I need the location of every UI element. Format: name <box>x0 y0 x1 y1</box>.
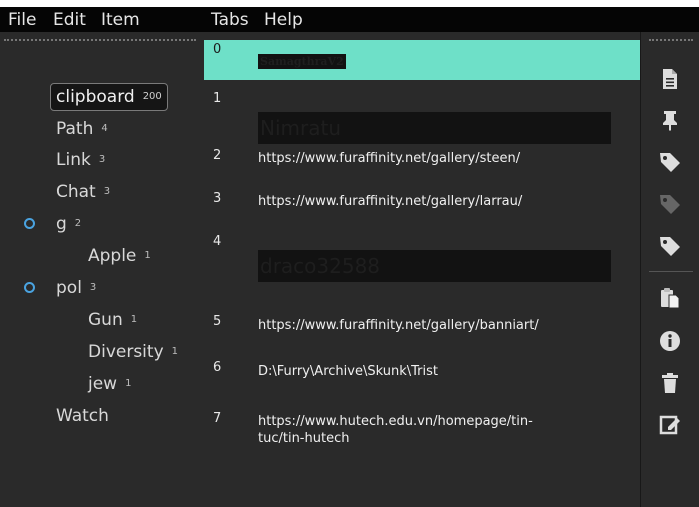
tree-item-clipboard[interactable]: clipboard 200 <box>50 83 168 111</box>
app-window: File Edit Item Tabs Help clipboard 200 Pa… <box>0 7 699 507</box>
tree-item-count: 4 <box>101 123 108 134</box>
tree-item-count: 1 <box>171 346 179 357</box>
tree-item-label: Apple <box>88 246 137 266</box>
menu-help[interactable]: Help <box>264 10 303 30</box>
menu-bar: File Edit Item Tabs Help <box>0 7 699 32</box>
item-index: 0 <box>213 42 222 57</box>
tree-item-path[interactable]: Path 4 <box>56 116 108 142</box>
edit-icon[interactable] <box>658 412 682 436</box>
item-text: https://www.furaffinity.net/gallery/stee… <box>258 151 521 166</box>
item-index: 7 <box>213 411 222 426</box>
tree-item-label: Chat <box>56 182 96 202</box>
item-index: 2 <box>213 148 222 163</box>
clipboard-item-list[interactable]: 0 SamagthraV2 1 Nimratu 2 https://www.fu… <box>204 32 640 507</box>
menu-edit[interactable]: Edit <box>53 10 86 30</box>
expand-toggle-icon[interactable] <box>24 282 35 293</box>
tree-item-pol[interactable]: pol 3 <box>56 275 96 301</box>
item-index: 6 <box>213 360 222 375</box>
list-item[interactable]: 0 SamagthraV2 <box>204 40 640 80</box>
panel-grip[interactable] <box>4 39 196 41</box>
item-text: https://www.furaffinity.net/gallery/larr… <box>258 194 523 209</box>
tree-item-label: Diversity <box>88 342 164 362</box>
item-index: 3 <box>213 191 222 206</box>
menu-file[interactable]: File <box>8 10 36 30</box>
tree-item-apple[interactable]: Apple 1 <box>88 243 151 269</box>
tree-item-label: Watch <box>56 406 109 426</box>
list-item[interactable]: 4 draco32588 <box>204 230 640 286</box>
item-toolbar <box>640 32 699 507</box>
tab-tree-panel: clipboard 200 Path 4 Link 3 Chat 3 g2 Apple 1… <box>0 32 204 507</box>
menu-tabs[interactable]: Tabs <box>211 10 249 30</box>
list-item[interactable]: 6 D:\Furry\Archive\Skunk\Trist <box>204 358 640 394</box>
item-index: 5 <box>213 314 222 329</box>
item-text: draco32588 <box>258 250 611 282</box>
tree-item-chat[interactable]: Chat 3 <box>56 179 110 205</box>
tree-item-watch[interactable]: Watch <box>56 403 117 429</box>
toolbar-separator <box>649 271 693 272</box>
tree-item-diversity[interactable]: Diversity 1 <box>88 339 178 365</box>
tree-item-link[interactable]: Link 3 <box>56 147 105 173</box>
list-item[interactable]: 3 https://www.furaffinity.net/gallery/la… <box>204 187 640 223</box>
tree-item-count: 200 <box>142 91 162 102</box>
tree-item-gun[interactable]: Gun 1 <box>88 307 137 333</box>
tree-item-count: 1 <box>125 378 132 389</box>
item-text: https://www.hutech.edu.vn/homepage/tin- <box>258 414 533 429</box>
toolbar-grip[interactable] <box>649 39 693 41</box>
tree-item-count: 1 <box>130 314 138 325</box>
tag-icon[interactable] <box>658 150 682 174</box>
item-index: 1 <box>213 91 222 106</box>
item-text: SamagthraV2 <box>258 54 346 69</box>
item-text-continued: tuc/tin-hutech <box>258 431 350 446</box>
item-text: Nimratu <box>258 112 611 144</box>
item-text: https://www.furaffinity.net/gallery/bann… <box>258 318 539 333</box>
tree-item-count: 1 <box>144 250 151 261</box>
tag-icon[interactable] <box>658 234 682 258</box>
tree-item-count: 2 <box>74 218 82 229</box>
tree-item-label: clipboard <box>56 87 135 107</box>
info-icon[interactable] <box>658 329 682 353</box>
trash-icon[interactable] <box>658 371 682 395</box>
list-item[interactable]: 1 Nimratu <box>204 89 640 144</box>
tree-item-count: 3 <box>98 154 106 165</box>
tree-item-count: 3 <box>89 282 97 293</box>
tree-item-jew[interactable]: jew 1 <box>88 371 131 397</box>
pin-icon[interactable] <box>658 108 682 132</box>
tree-item-label: pol <box>56 278 82 298</box>
tree-item-label: Path <box>56 119 94 139</box>
tree-item-label: Gun <box>88 310 123 330</box>
new-item-icon[interactable] <box>658 67 682 91</box>
tree-item-label: jew <box>88 374 118 394</box>
tree-item-count: 3 <box>103 186 111 197</box>
tree-item-g[interactable]: g2 <box>56 211 81 237</box>
tag-disabled-icon[interactable] <box>658 192 682 216</box>
expand-toggle-icon[interactable] <box>24 218 35 229</box>
tree-item-label: Link <box>56 150 91 170</box>
item-index: 4 <box>213 234 222 249</box>
list-item[interactable]: 7 https://www.hutech.edu.vn/homepage/tin… <box>204 407 640 467</box>
list-item[interactable]: 5 https://www.furaffinity.net/gallery/ba… <box>204 310 640 346</box>
list-item[interactable]: 2 https://www.furaffinity.net/gallery/st… <box>204 144 640 180</box>
menu-item[interactable]: Item <box>101 10 140 30</box>
tree-item-label: g <box>56 214 67 234</box>
paste-icon[interactable] <box>658 286 682 310</box>
item-text: D:\Furry\Archive\Skunk\Trist <box>258 364 438 379</box>
